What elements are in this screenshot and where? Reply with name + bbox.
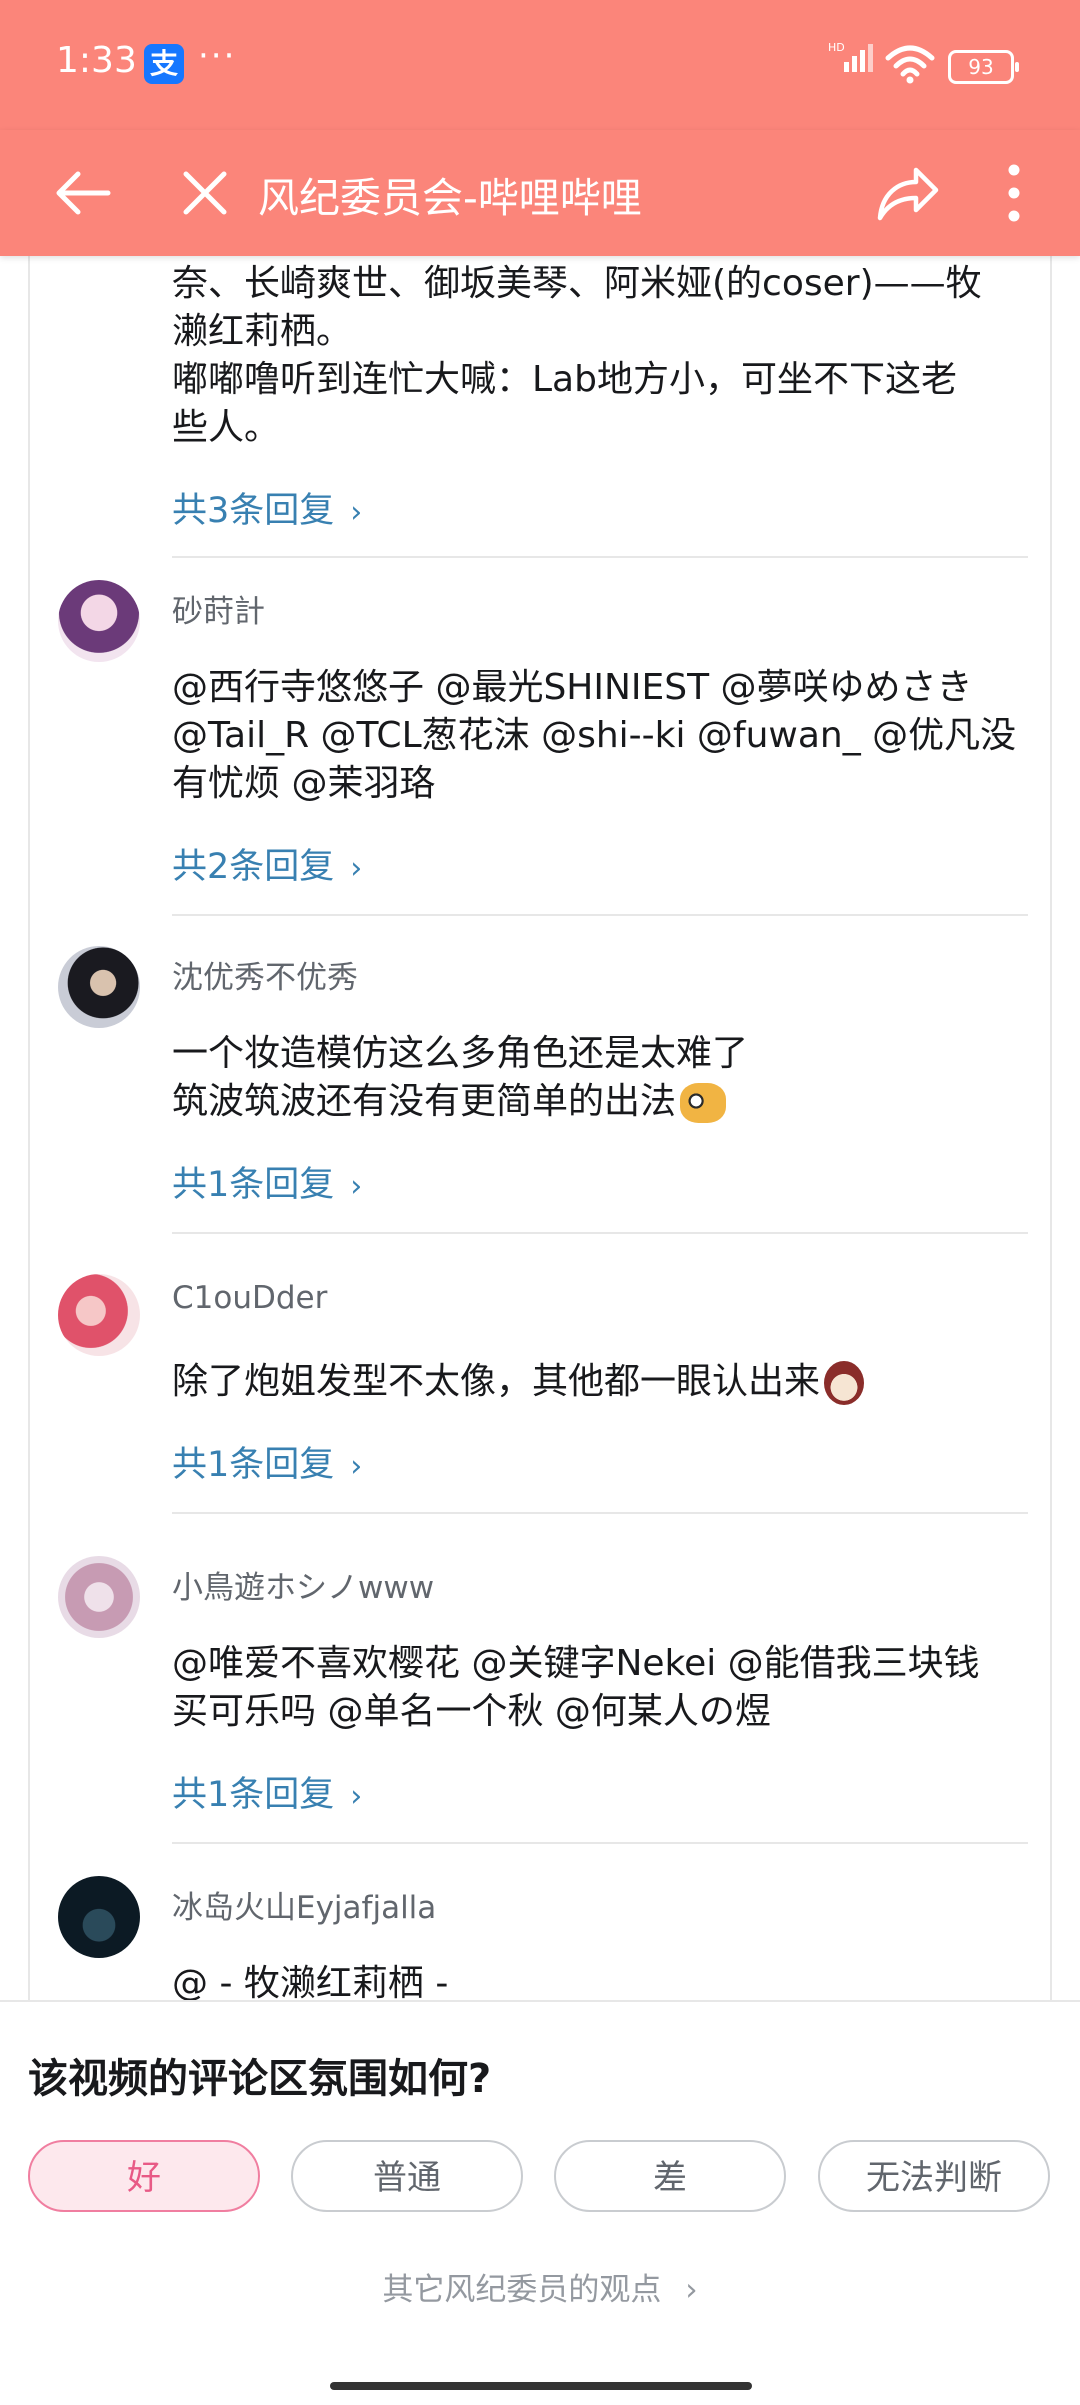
- doge-emoji-icon: [680, 1083, 727, 1123]
- chevron-right-icon: ›: [350, 851, 363, 886]
- comment-username[interactable]: 小鳥遊ホシノwww: [172, 1562, 434, 1607]
- comment-text: @ - 牧濑红莉栖 -: [172, 1960, 1042, 2000]
- option-undecided-button[interactable]: 无法判断: [818, 2140, 1050, 2212]
- user-avatar[interactable]: [58, 1274, 140, 1356]
- atmosphere-survey: 该视频的评论区氛围如何? 好 普通 差 无法判断 其它风纪委员的观点 ›: [0, 2000, 1080, 2405]
- chevron-right-icon: ›: [350, 1779, 363, 1814]
- chevron-right-icon: ›: [350, 1169, 363, 1204]
- divider: [172, 914, 1028, 916]
- anime-emoji-icon: [824, 1361, 865, 1405]
- divider: [172, 1232, 1028, 1234]
- comment-line: 些人。: [172, 407, 281, 448]
- divider: [172, 1512, 1028, 1514]
- replies-count: 共3条回复: [172, 491, 335, 531]
- comment-text: 奈、长崎爽世、御坂美琴、阿米娅(的coser)——牧 濑红莉栖。嘟嘟噜听到连忙大喊…: [172, 260, 1032, 452]
- battery-indicator: 93: [948, 50, 1019, 84]
- comment-username[interactable]: 沈优秀不优秀: [172, 952, 358, 997]
- replies-link[interactable]: 共3条回复 ›: [172, 482, 362, 533]
- other-members-opinions-link[interactable]: 其它风纪委员的观点 ›: [0, 2264, 1080, 2309]
- divider: [172, 556, 1028, 558]
- comment-line: 奈、长崎爽世、御坂美琴、阿米娅(的coser)——牧: [172, 263, 982, 304]
- comment-line: 除了炮姐发型不太像，其他都一眼认出来: [172, 1358, 1042, 1406]
- comment-line: @唯爱不喜欢樱花 @关键字Nekei @能借我三块钱: [172, 1643, 980, 1684]
- comment-list[interactable]: 奈、长崎爽世、御坂美琴、阿米娅(的coser)——牧 濑红莉栖。嘟嘟噜听到连忙大喊…: [28, 256, 1052, 2000]
- replies-count: 共1条回复: [172, 1445, 335, 1485]
- comment-line: 嘟嘟噜听到连忙大喊：Lab地方小，可坐不下这老: [172, 359, 957, 400]
- close-icon[interactable]: [172, 160, 238, 226]
- survey-question: 该视频的评论区氛围如何?: [28, 2056, 492, 2102]
- comment-line: 一个妆造模仿这么多角色还是太难了: [172, 1033, 749, 1074]
- comment-username[interactable]: C1ouDder: [172, 1280, 327, 1316]
- comment-text: 除了炮姐发型不太像，其他都一眼认出来: [172, 1358, 1042, 1406]
- wifi-icon: [885, 45, 935, 84]
- divider: [172, 1842, 1028, 1844]
- replies-link[interactable]: 共1条回复 ›: [172, 1766, 362, 1817]
- option-good-button[interactable]: 好: [28, 2140, 260, 2212]
- replies-link[interactable]: 共1条回复 ›: [172, 1156, 362, 1207]
- title-bar: 风纪委员会-哔哩哔哩: [0, 130, 1080, 256]
- user-avatar[interactable]: [58, 946, 140, 1028]
- back-arrow-icon[interactable]: [48, 158, 118, 228]
- svg-text:HD: HD: [828, 41, 845, 54]
- page-title: 风纪委员会-哔哩哔哩: [258, 174, 642, 222]
- user-avatar[interactable]: [58, 1876, 140, 1958]
- status-bar: 1:33 支 ··· HD 93: [0, 0, 1080, 130]
- more-options-icon[interactable]: [994, 156, 1034, 230]
- replies-link[interactable]: 共2条回复 ›: [172, 838, 362, 889]
- comment-line: @ - 牧濑红莉栖 -: [172, 1963, 449, 2000]
- comment-line: 濑红莉栖。: [172, 311, 353, 352]
- status-time: 1:33: [56, 40, 137, 81]
- signal-icon: HD: [828, 41, 873, 72]
- more-notifications-icon: ···: [198, 36, 237, 76]
- chevron-right-icon: ›: [685, 2272, 698, 2308]
- replies-count: 共1条回复: [172, 1775, 335, 1815]
- others-link-label: 其它风纪委员的观点: [382, 2272, 662, 2308]
- replies-count: 共2条回复: [172, 847, 335, 887]
- comment-username[interactable]: 砂莳計: [172, 586, 265, 631]
- comment-username[interactable]: 冰岛火山Eyjafjalla: [172, 1882, 436, 1927]
- user-avatar[interactable]: [58, 580, 140, 662]
- comment-line: 筑波筑波还有没有更简单的出法: [172, 1078, 1042, 1126]
- home-indicator[interactable]: [330, 2382, 752, 2390]
- chevron-right-icon: ›: [350, 495, 363, 530]
- comment-line: 买可乐吗 @单名一个秋 @何某人の煜: [172, 1691, 771, 1732]
- option-bad-button[interactable]: 差: [554, 2140, 786, 2212]
- comment-text: @唯爱不喜欢樱花 @关键字Nekei @能借我三块钱 买可乐吗 @单名一个秋 @何…: [172, 1640, 1042, 1736]
- comment-line: 有忧烦 @茉羽珞: [172, 763, 436, 804]
- user-avatar[interactable]: [58, 1556, 140, 1638]
- comment-text: @西行寺悠悠子 @最光SHINIEST @夢咲ゆめさき @Tail_R @TCL葱…: [172, 664, 1042, 808]
- comment-line: @西行寺悠悠子 @最光SHINIEST @夢咲ゆめさき: [172, 667, 973, 708]
- share-icon[interactable]: [870, 156, 944, 230]
- comment-text: 一个妆造模仿这么多角色还是太难了 筑波筑波还有没有更简单的出法: [172, 1030, 1042, 1126]
- alipay-icon: 支: [144, 44, 184, 84]
- option-normal-button[interactable]: 普通: [291, 2140, 523, 2212]
- replies-link[interactable]: 共1条回复 ›: [172, 1436, 362, 1487]
- comment-line: @Tail_R @TCL葱花沫 @shi--ki @fuwan_ @优凡没: [172, 715, 1017, 756]
- replies-count: 共1条回复: [172, 1165, 335, 1205]
- chevron-right-icon: ›: [350, 1449, 363, 1484]
